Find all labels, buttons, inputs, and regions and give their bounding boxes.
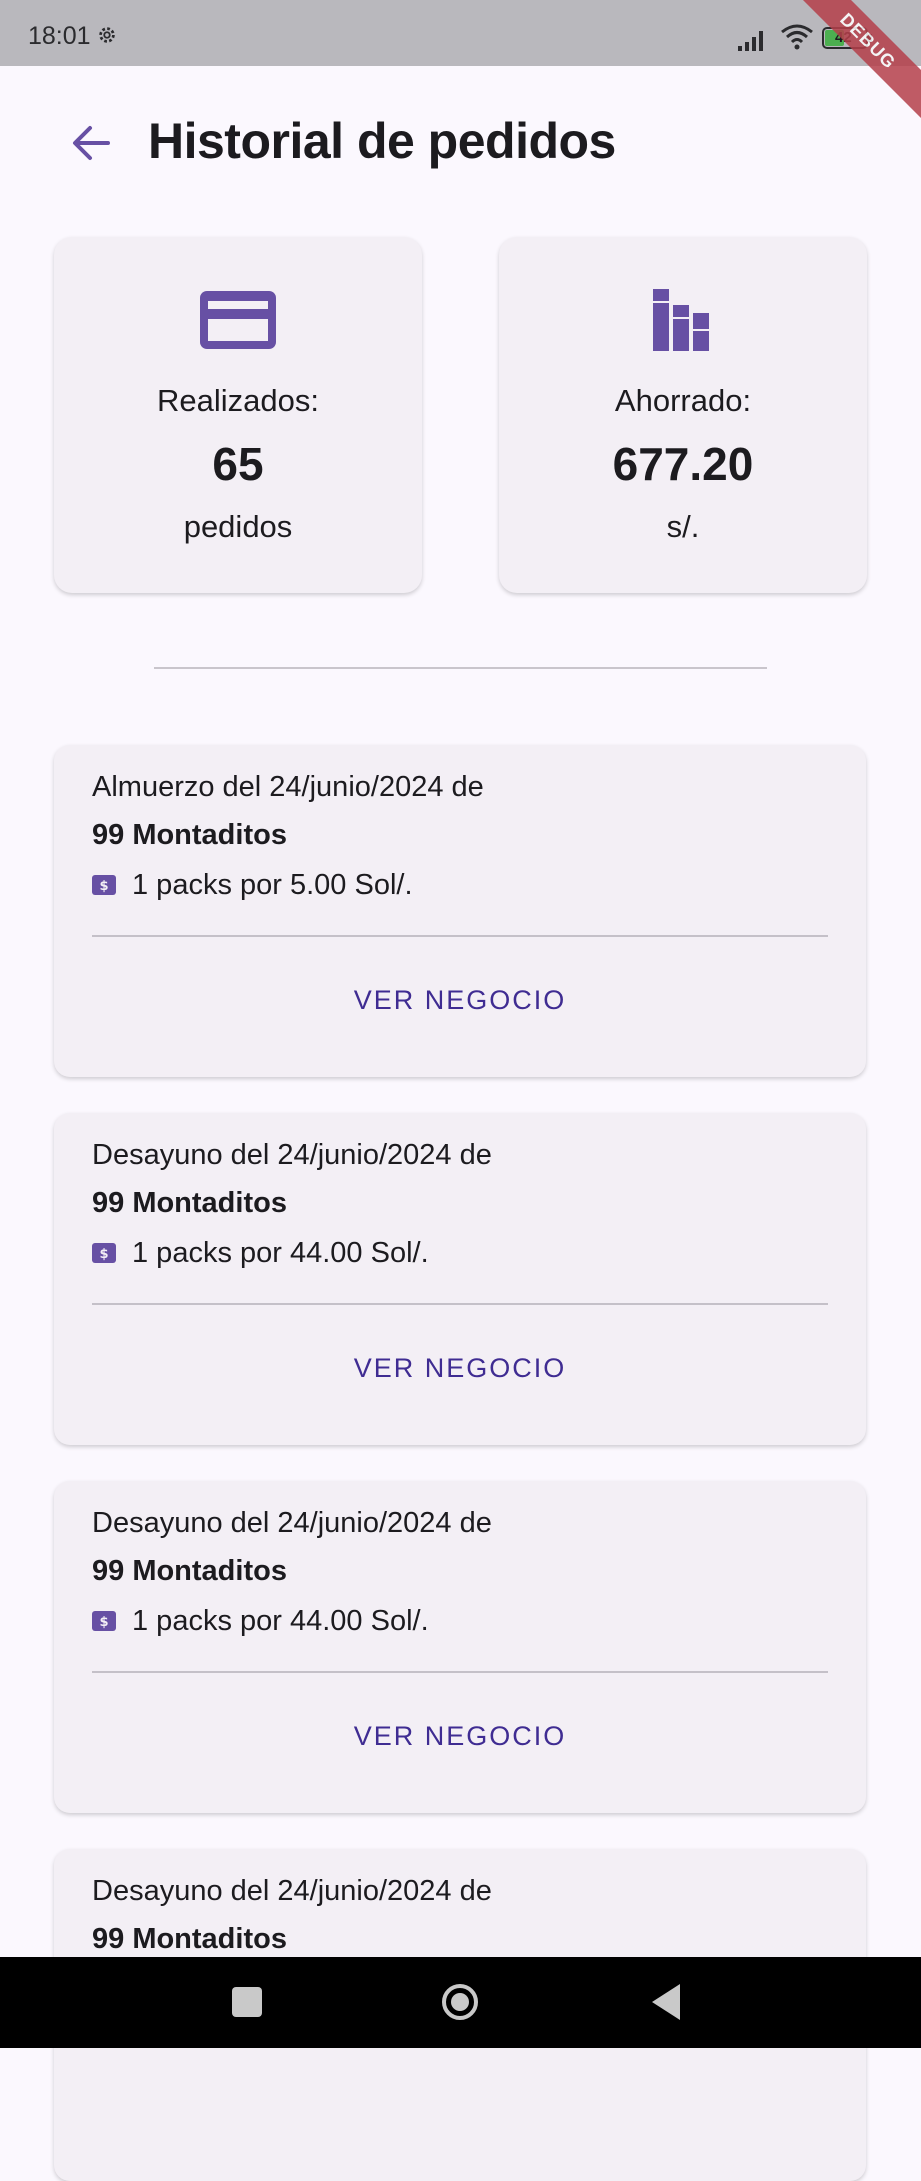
view-business-button[interactable]: VER NEGOCIO	[54, 985, 866, 1016]
savings-stat-card: Ahorrado: 677.20 s/.	[499, 237, 867, 593]
orders-stat-value: 65	[212, 438, 264, 490]
view-business-button[interactable]: VER NEGOCIO	[54, 1353, 866, 1384]
order-title: Almuerzo del 24/junio/2024 de	[92, 771, 484, 803]
order-business-name: 99 Montaditos	[92, 1923, 287, 1955]
order-title: Desayuno del 24/junio/2024 de	[92, 1139, 492, 1171]
wifi-icon	[781, 24, 813, 50]
savings-stat-value: 677.20	[612, 438, 754, 490]
page-title: Historial de pedidos	[148, 113, 616, 169]
svg-text:$: $	[99, 1615, 108, 1630]
order-card: Desayuno del 24/junio/2024 de 99 Montadi…	[54, 1113, 866, 1445]
order-pack-text: 1 packs por 5.00 Sol/.	[132, 868, 413, 901]
order-business-name: 99 Montaditos	[92, 1555, 287, 1587]
system-back-button[interactable]	[650, 1982, 682, 2022]
order-divider	[92, 935, 828, 937]
order-title: Desayuno del 24/junio/2024 de	[92, 1507, 492, 1539]
orders-stat-card: Realizados: 65 pedidos	[54, 237, 422, 593]
order-pack-text: 1 packs por 44.00 Sol/.	[132, 1236, 429, 1269]
bar-chart-icon	[653, 289, 709, 351]
signal-icon	[738, 31, 763, 51]
order-title: Desayuno del 24/junio/2024 de	[92, 1875, 492, 1907]
section-divider	[154, 667, 767, 669]
order-pack-text: 1 packs por 44.00 Sol/.	[132, 1604, 429, 1637]
money-icon: $	[92, 1243, 116, 1263]
order-divider	[92, 1303, 828, 1305]
money-icon: $	[92, 1611, 116, 1631]
savings-stat-unit: s/.	[666, 509, 700, 544]
svg-text:$: $	[99, 879, 108, 894]
order-business-name: 99 Montaditos	[92, 819, 287, 851]
svg-text:$: $	[99, 1247, 108, 1262]
back-arrow-icon[interactable]	[70, 122, 112, 164]
order-pack-row: $ 1 packs por 44.00 Sol/.	[92, 1235, 429, 1271]
savings-stat-label: Ahorrado:	[614, 383, 752, 418]
orders-stat-label: Realizados:	[157, 383, 319, 418]
credit-card-icon	[200, 291, 276, 349]
order-pack-row: $ 1 packs por 5.00 Sol/.	[92, 867, 413, 903]
status-bar: 18:01 42	[0, 0, 921, 66]
status-time: 18:01	[28, 22, 91, 50]
order-divider	[92, 1671, 828, 1673]
system-navigation-bar	[0, 1957, 921, 2048]
orders-stat-unit: pedidos	[183, 509, 293, 544]
recents-button[interactable]	[232, 1987, 262, 2017]
order-pack-row: $ 1 packs por 44.00 Sol/.	[92, 1603, 429, 1639]
settings-gear-icon	[99, 27, 115, 43]
order-card: Almuerzo del 24/junio/2024 de 99 Montadi…	[54, 745, 866, 1077]
order-card: Desayuno del 24/junio/2024 de 99 Montadi…	[54, 1481, 866, 1813]
home-button[interactable]	[441, 1983, 479, 2021]
view-business-button[interactable]: VER NEGOCIO	[54, 1721, 866, 1752]
money-icon: $	[92, 875, 116, 895]
order-business-name: 99 Montaditos	[92, 1187, 287, 1219]
